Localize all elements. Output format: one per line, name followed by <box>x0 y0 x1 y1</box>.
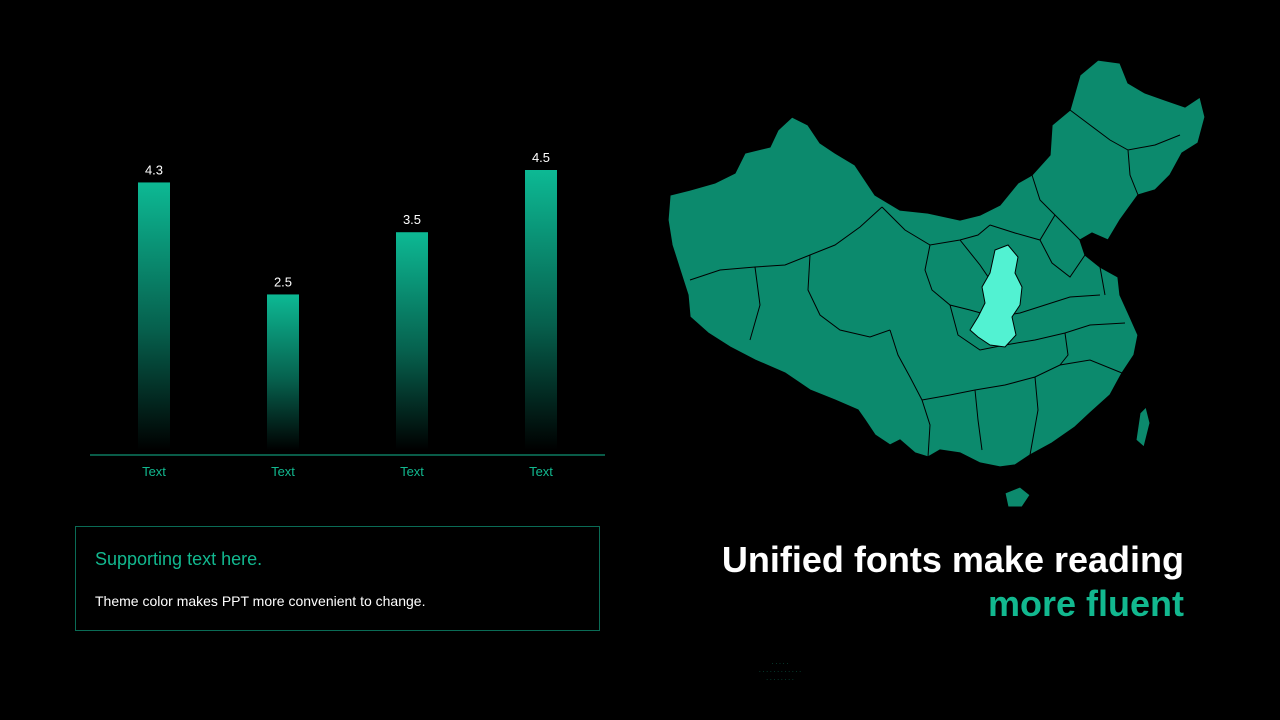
china-map-icon <box>667 59 1206 508</box>
bar-chart: 4.3 Text 2.5 Text 3.5 Text 4.5 Text <box>90 150 605 479</box>
category-label-4: Text <box>529 464 553 479</box>
bar-1 <box>138 182 170 450</box>
card-title: Supporting text here. <box>95 549 263 569</box>
headline-line-2: more fluent <box>987 583 1184 624</box>
category-label-1: Text <box>142 464 166 479</box>
category-label-3: Text <box>400 464 424 479</box>
bar-value-label-1: 4.3 <box>145 162 163 177</box>
bar-2 <box>267 294 299 450</box>
bar-value-label-3: 3.5 <box>403 212 421 227</box>
bar-3 <box>396 232 428 450</box>
supporting-text-card: Supporting text here. Theme color makes … <box>75 526 600 631</box>
headline-line-1: Unified fonts make reading <box>721 539 1184 580</box>
bar-value-label-4: 4.5 <box>532 150 550 165</box>
card-body: Theme color makes PPT more convenient to… <box>95 593 426 609</box>
headline: Unified fonts make reading more fluent <box>722 538 1184 626</box>
bar-4 <box>525 170 557 450</box>
map-mainland <box>667 59 1206 468</box>
map-taiwan <box>1135 406 1151 448</box>
map-hainan <box>1004 486 1031 508</box>
category-label-2: Text <box>271 464 295 479</box>
bar-value-label-2: 2.5 <box>274 274 292 289</box>
footer-fine-print: · · · · · · · · · · · · · · · · · · · · · … <box>758 661 802 683</box>
